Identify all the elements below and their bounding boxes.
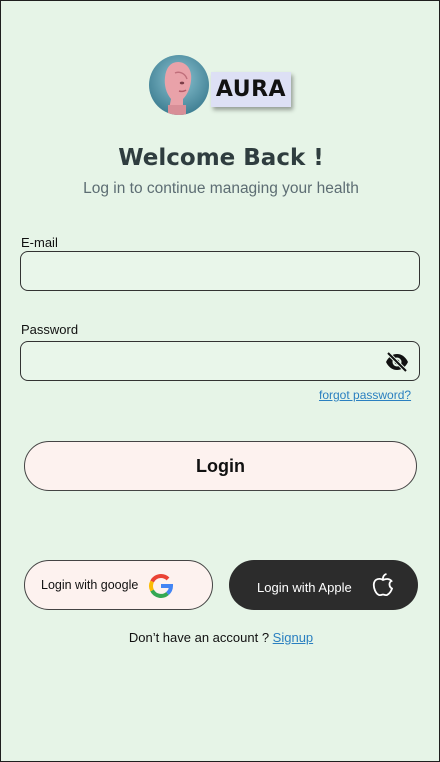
- signup-link[interactable]: Signup: [273, 630, 313, 645]
- login-screen: AURA Welcome Back ! Log in to continue m…: [0, 0, 440, 762]
- eye-off-icon[interactable]: [385, 350, 409, 374]
- password-label: Password: [21, 322, 79, 337]
- google-login-button[interactable]: Login with google: [24, 560, 213, 610]
- avatar: [149, 55, 209, 115]
- login-button[interactable]: Login: [24, 441, 417, 491]
- brand-logo: AURA: [211, 72, 291, 107]
- signup-prompt-text: Don’t have an account ?: [128, 630, 273, 645]
- page-subtitle: Log in to continue managing your health: [83, 180, 359, 197]
- page-title: Welcome Back !: [118, 145, 324, 171]
- apple-icon: [372, 573, 394, 597]
- google-icon: [149, 574, 174, 598]
- apple-login-button[interactable]: Login with Apple: [229, 560, 418, 610]
- password-field[interactable]: [20, 341, 420, 381]
- email-field[interactable]: [20, 251, 420, 291]
- signup-prompt: Don’t have an account ? Signup: [1, 630, 440, 645]
- forgot-password-link[interactable]: forgot password?: [319, 388, 411, 402]
- google-login-label: Login with google: [41, 578, 139, 592]
- apple-login-label: Login with Apple: [257, 580, 352, 595]
- email-label: E-mail: [21, 235, 58, 250]
